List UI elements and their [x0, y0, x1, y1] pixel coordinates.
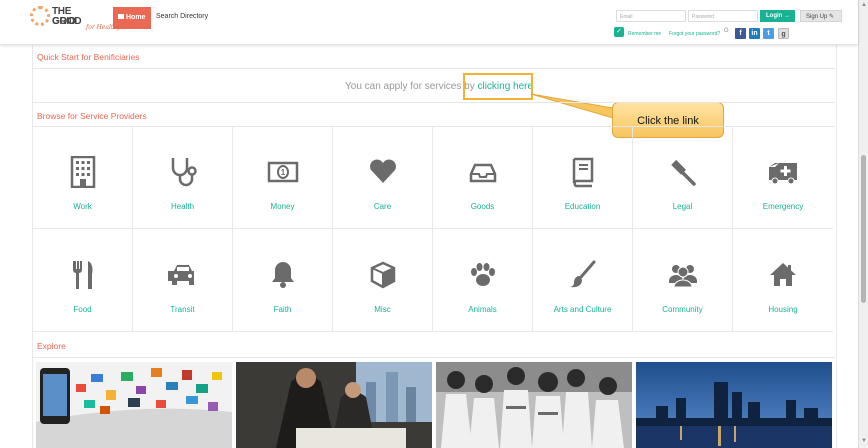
explore-gallery — [36, 360, 836, 448]
category-community[interactable]: Community — [633, 229, 733, 332]
paw-icon — [471, 263, 495, 286]
category-label: Transit — [170, 305, 195, 314]
sign-in-icon: → — [784, 13, 790, 19]
explore-photo-volunteers[interactable] — [436, 362, 632, 448]
stethoscope-icon — [171, 158, 197, 187]
category-label: Goods — [470, 202, 495, 211]
users-icon — [669, 265, 697, 288]
gavel-icon — [671, 159, 696, 186]
car-icon — [168, 265, 194, 285]
search-directory-link[interactable]: Search Directory — [156, 13, 208, 20]
category-label: Money — [270, 202, 295, 211]
explore-photo-city[interactable] — [636, 362, 832, 448]
edit-icon: ✎ — [829, 14, 835, 20]
category-grid: Work Health 1 Money Care Goods Education… — [33, 126, 835, 332]
cutlery-icon — [73, 261, 93, 289]
book-icon — [572, 157, 594, 188]
category-goods[interactable]: Goods — [433, 126, 533, 229]
login-button[interactable]: Login → — [760, 10, 795, 22]
business-image — [236, 362, 432, 448]
city-skyline-image — [636, 362, 832, 448]
apps-image — [36, 362, 232, 448]
facebook-icon[interactable]: f — [735, 28, 746, 39]
category-label: Emergency — [762, 202, 804, 211]
category-work[interactable]: Work — [33, 126, 133, 229]
category-label: Community — [662, 305, 703, 314]
inbox-tray-icon — [469, 163, 497, 183]
category-money[interactable]: 1 Money — [233, 126, 333, 229]
category-label: Health — [170, 202, 195, 211]
category-label: Education — [564, 202, 601, 211]
scroll-up-arrow-icon[interactable]: ▲ — [861, 2, 867, 8]
highlight-box — [463, 73, 533, 100]
scroll-thumb[interactable] — [861, 155, 866, 303]
category-label: Food — [73, 305, 92, 314]
category-misc[interactable]: Misc — [333, 229, 433, 332]
home-button[interactable]: Home — [113, 7, 151, 29]
paintbrush-icon — [570, 260, 596, 288]
signup-button[interactable]: Sign Up ✎ — [800, 10, 842, 22]
category-care[interactable]: Care — [333, 126, 433, 229]
category-label: Care — [373, 202, 392, 211]
cube-icon — [370, 261, 396, 289]
remember-me-checkbox[interactable]: ✓ — [614, 27, 624, 37]
logo-line-2: GRID — [52, 16, 76, 27]
google-small-icon: G — [724, 28, 729, 34]
category-emergency[interactable]: Emergency — [733, 126, 833, 229]
apply-prefix: You can apply for services by — [345, 81, 475, 92]
category-label: Arts and Culture — [553, 305, 612, 314]
category-food[interactable]: Food — [33, 229, 133, 332]
category-animals[interactable]: Animals — [433, 229, 533, 332]
google-plus-icon[interactable]: g — [778, 28, 789, 39]
category-label: Work — [73, 202, 92, 211]
category-legal[interactable]: Legal — [633, 126, 733, 229]
signup-label: Sign Up — [806, 14, 828, 20]
explore-title: Explore — [37, 341, 66, 351]
login-label: Login — [766, 13, 783, 19]
category-education[interactable]: Education — [533, 126, 633, 229]
category-label: Animals — [468, 305, 497, 314]
home-icon — [118, 14, 124, 19]
twitter-icon[interactable]: t — [763, 28, 774, 39]
category-arts-and-culture[interactable]: Arts and Culture — [533, 229, 633, 332]
ambulance-icon — [769, 163, 797, 185]
category-health[interactable]: Health — [133, 126, 233, 229]
divider — [32, 357, 835, 358]
svg-text:1: 1 — [281, 168, 286, 177]
heart-icon — [370, 159, 396, 183]
page-scrollbar[interactable]: ▲ ▼ — [858, 0, 868, 448]
category-label: Misc — [374, 305, 391, 314]
top-navbar: THE GOOD GRID for Healthy Home Search Di… — [0, 0, 858, 45]
volunteers-image — [436, 362, 632, 448]
browse-title: Browse for Service Providers — [37, 111, 147, 121]
home-label: Home — [126, 14, 146, 21]
house-icon — [770, 263, 796, 286]
explore-photo-apps[interactable] — [36, 362, 232, 448]
category-housing[interactable]: Housing — [733, 229, 833, 332]
logo-circle-icon — [30, 6, 50, 26]
callout-pointer — [530, 93, 614, 119]
password-input[interactable]: Password — [688, 10, 758, 22]
bell-icon — [272, 262, 294, 288]
category-label: Housing — [768, 305, 798, 314]
forgot-password-link[interactable]: Forgot your password? — [669, 31, 720, 37]
divider — [32, 102, 835, 103]
scroll-down-arrow-icon[interactable]: ▼ — [861, 438, 867, 444]
divider — [32, 68, 835, 69]
remember-me-label: Remember me — [628, 31, 662, 37]
category-faith[interactable]: Faith — [233, 229, 333, 332]
money-bill-icon: 1 — [267, 161, 299, 183]
good-grid-logo[interactable]: THE GOOD GRID for Healthy — [30, 4, 121, 36]
explore-photo-business[interactable] — [236, 362, 432, 448]
email-input[interactable]: Email — [616, 10, 686, 22]
quick-start-title: Quick Start for Benificiaries — [37, 52, 140, 62]
linkedin-icon[interactable]: in — [749, 28, 760, 39]
building-icon — [70, 156, 96, 188]
category-transit[interactable]: Transit — [133, 229, 233, 332]
category-label: Faith — [273, 305, 292, 314]
category-label: Legal — [672, 202, 693, 211]
